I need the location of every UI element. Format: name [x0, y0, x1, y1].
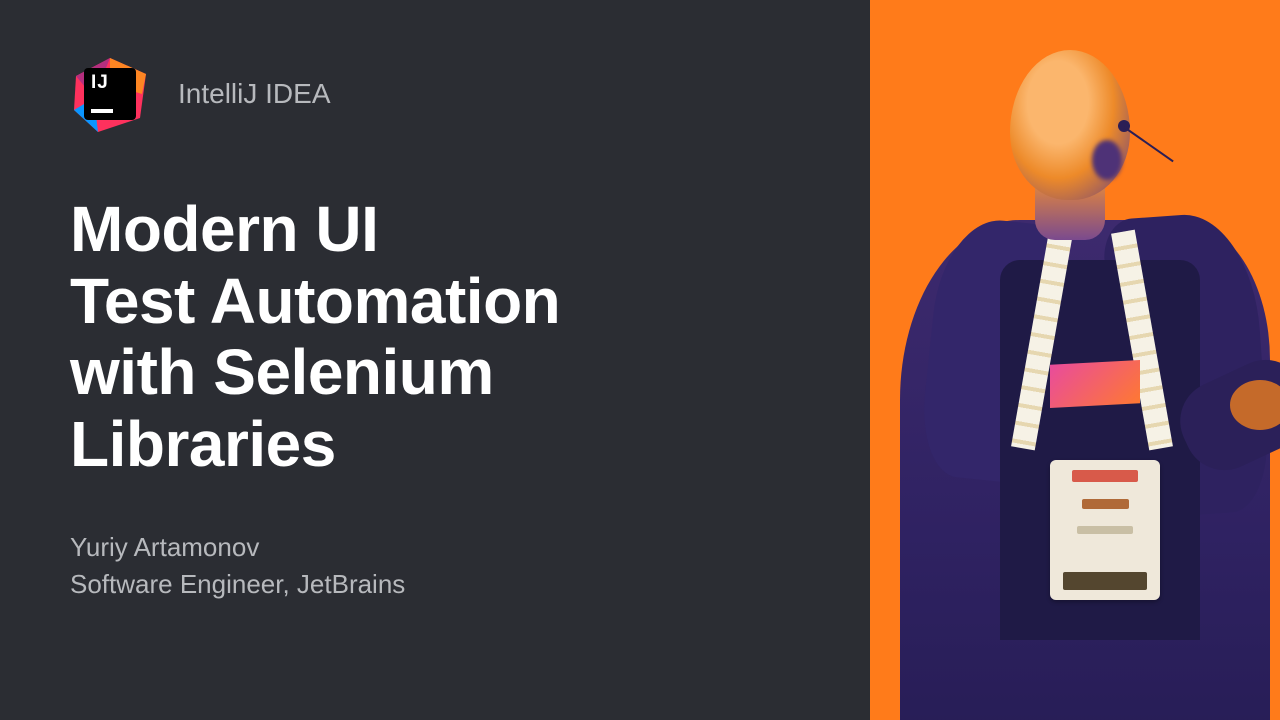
head-icon — [1010, 50, 1130, 200]
conference-badge-icon — [1050, 460, 1160, 600]
intellij-logo-icon: IJ — [70, 54, 150, 134]
jetbrains-patch-icon — [1050, 360, 1140, 408]
slide-title: Modern UI Test Automation with Selenium … — [70, 194, 800, 481]
slide-text-panel: IJ IntelliJ IDEA Modern UI Test Automati… — [0, 0, 870, 720]
title-line: Modern UI — [70, 193, 378, 265]
speaker-attribution: Yuriy Artamonov Software Engineer, JetBr… — [70, 529, 800, 604]
title-line: Libraries — [70, 408, 336, 480]
speaker-portrait — [870, 30, 1280, 720]
title-line: Test Automation — [70, 265, 560, 337]
speaker-name: Yuriy Artamonov — [70, 529, 800, 567]
speaker-photo-panel — [870, 0, 1280, 720]
product-name: IntelliJ IDEA — [178, 78, 331, 110]
speaker-role: Software Engineer, JetBrains — [70, 566, 800, 604]
title-line: with Selenium — [70, 336, 494, 408]
logo-monogram: IJ — [91, 73, 129, 92]
header-row: IJ IntelliJ IDEA — [70, 54, 800, 134]
headset-mic-icon — [1118, 120, 1130, 132]
